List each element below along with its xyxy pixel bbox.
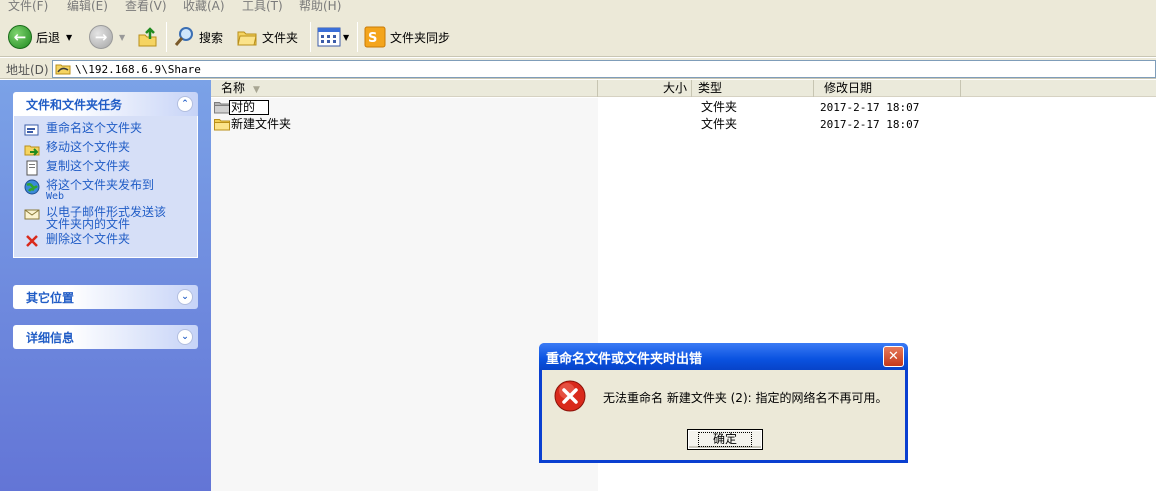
forward-dropdown-icon[interactable]: ▼ (119, 33, 125, 42)
folder-sync-icon: S (364, 26, 386, 48)
svg-text:S: S (368, 31, 377, 46)
column-type[interactable]: 类型 (692, 80, 814, 97)
copy-icon (26, 160, 38, 176)
folders-icon (237, 31, 257, 46)
collapse-chevron-icon[interactable]: ⌃ (177, 96, 193, 112)
dialog-title: 重命名文件或文件夹时出错 (546, 352, 703, 367)
panel-title: 文件和文件夹任务 (26, 97, 123, 112)
rename-icon (24, 124, 39, 136)
email-icon (24, 209, 40, 220)
folder-icon (214, 102, 230, 114)
details-panel: 详细信息 ⌄ (13, 325, 198, 349)
close-button[interactable]: ✕ (883, 346, 904, 367)
menu-favorites[interactable]: 收藏(A) (183, 0, 225, 14)
search-button[interactable]: 搜索 (173, 17, 223, 57)
rename-error-dialog: 重命名文件或文件夹时出错 ✕ 无法重命名 新建文件夹 (2): 指定的网络名不再… (539, 343, 908, 463)
folders-label: 文件夹 (262, 30, 299, 45)
ok-button[interactable]: 确定 (687, 429, 763, 450)
search-label: 搜索 (199, 30, 224, 45)
close-icon: ✕ (888, 349, 899, 364)
expand-chevron-icon[interactable]: ⌄ (177, 329, 193, 345)
publish-web-icon (24, 179, 40, 195)
other-places-header[interactable]: 其它位置 ⌄ (13, 285, 198, 309)
back-arrow-icon: ← (8, 25, 32, 49)
address-bar: 地址(D) \\192.168.6.9\Share (0, 58, 1156, 79)
task-publish-web-label: 将这个文件夹发布到 (46, 178, 155, 192)
move-icon (24, 145, 40, 156)
column-header-row: 名称 ▼ 大小 类型 修改日期 (211, 80, 1156, 97)
panel-title: 详细信息 (26, 330, 75, 345)
panel-title: 其它位置 (26, 290, 75, 305)
rename-input[interactable]: 对的 (229, 100, 269, 115)
forward-button[interactable]: → ▼ (89, 17, 125, 57)
task-copy-folder[interactable]: 复制这个文件夹 (24, 160, 197, 176)
menu-tools[interactable]: 工具(T) (242, 0, 283, 14)
row-modified: 2017-2-17 18:07 (820, 101, 920, 114)
folder-sync-label: 文件夹同步 (390, 30, 451, 45)
row-name: 新建文件夹 (231, 117, 292, 131)
up-folder-icon (138, 27, 157, 47)
column-modified[interactable]: 修改日期 (814, 80, 961, 97)
error-icon (554, 380, 586, 412)
task-publish-web-sub: Web (46, 191, 65, 202)
network-folder-icon (55, 64, 71, 75)
forward-arrow-icon: → (89, 25, 113, 49)
ok-label: 确定 (697, 432, 752, 447)
views-dropdown-icon[interactable]: ▼ (343, 33, 349, 42)
column-name[interactable]: 名称 ▼ (211, 80, 598, 97)
toolbar-separator (357, 22, 358, 52)
address-input[interactable]: \\192.168.6.9\Share (52, 60, 1156, 78)
file-folder-tasks-header[interactable]: 文件和文件夹任务 ⌃ (13, 92, 198, 116)
back-button[interactable]: ← 后退 ▼ (8, 17, 72, 57)
tasks-list: 重命名这个文件夹 移动这个文件夹 复制这个文件夹 将这个文件夹发布到 Web 以电… (13, 116, 198, 258)
menu-view[interactable]: 查看(V) (125, 0, 167, 14)
row-type: 文件夹 (701, 100, 738, 114)
dialog-body: 无法重命名 新建文件夹 (2): 指定的网络名不再可用。 确定 (542, 370, 905, 460)
file-folder-tasks-panel: 文件和文件夹任务 ⌃ 重命名这个文件夹 移动这个文件夹 复制这个文件夹 将这个文… (13, 92, 198, 258)
back-label: 后退 (36, 30, 61, 45)
folder-sync-button[interactable]: S 文件夹同步 (364, 17, 450, 57)
views-button[interactable]: ▼ (317, 17, 349, 57)
row-modified: 2017-2-17 18:07 (820, 118, 920, 131)
views-icon (317, 27, 341, 47)
search-magnifier-icon (174, 27, 193, 46)
up-button[interactable] (137, 17, 159, 57)
menu-edit[interactable]: 编辑(E) (67, 0, 108, 14)
address-label: 地址(D) (6, 63, 49, 77)
expand-chevron-icon[interactable]: ⌄ (177, 289, 193, 305)
menu-file[interactable]: 文件(F) (8, 0, 48, 14)
dialog-message: 无法重命名 新建文件夹 (2): 指定的网络名不再可用。 (603, 391, 888, 405)
delete-icon (26, 235, 38, 247)
dialog-title-bar[interactable]: 重命名文件或文件夹时出错 ✕ (539, 343, 908, 370)
other-places-panel: 其它位置 ⌄ (13, 285, 198, 309)
column-size[interactable]: 大小 (598, 80, 692, 97)
toolbar-separator (166, 22, 167, 52)
menu-help[interactable]: 帮助(H) (299, 0, 341, 14)
task-pane: 文件和文件夹任务 ⌃ 重命名这个文件夹 移动这个文件夹 复制这个文件夹 将这个文… (0, 80, 211, 491)
folders-button[interactable]: 文件夹 (236, 17, 298, 57)
task-delete-folder[interactable]: 删除这个文件夹 (24, 233, 197, 249)
task-publish-web[interactable]: 将这个文件夹发布到 Web (24, 179, 197, 203)
toolbar-separator (310, 22, 311, 52)
row-type: 文件夹 (701, 117, 738, 131)
sort-arrow-icon: ▼ (253, 85, 260, 95)
details-header[interactable]: 详细信息 ⌄ (13, 325, 198, 349)
task-email-label-2: 文件夹内的文件 (46, 217, 131, 231)
task-rename-folder[interactable]: 重命名这个文件夹 (24, 122, 197, 138)
table-row[interactable]: 新建文件夹 文件夹 2017-2-17 18:07 (211, 116, 1156, 133)
task-email-files[interactable]: 以电子邮件形式发送该 文件夹内的文件 (24, 206, 197, 230)
address-value: \\192.168.6.9\Share (75, 62, 201, 76)
toolbar: ← 后退 ▼ → ▼ 搜索 文件夹 ▼ S 文件夹同步 (0, 17, 1156, 57)
back-dropdown-icon[interactable]: ▼ (66, 33, 72, 42)
folder-icon (214, 119, 230, 131)
task-move-folder[interactable]: 移动这个文件夹 (24, 141, 197, 157)
table-row[interactable]: 对的 文件夹 2017-2-17 18:07 (211, 99, 1156, 116)
menu-bar: 文件(F) 编辑(E) 查看(V) 收藏(A) 工具(T) 帮助(H) (0, 0, 1156, 17)
